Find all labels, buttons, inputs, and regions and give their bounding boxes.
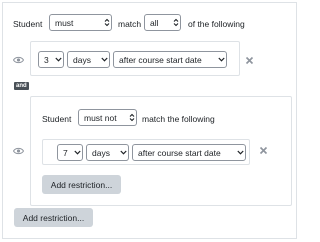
add-restriction-button[interactable]: Add restriction... (14, 208, 93, 227)
all-select-value: all (150, 17, 159, 28)
add-restriction-button[interactable]: Add restriction... (42, 175, 121, 194)
date-condition-box: 3 days after course start date (30, 41, 240, 76)
chevron-down-icon (72, 145, 82, 160)
and-badge: and (14, 82, 29, 90)
close-icon[interactable] (245, 56, 254, 65)
number-select[interactable]: 7 (57, 144, 83, 161)
number-select[interactable]: 3 (38, 51, 64, 68)
date-condition-box: 7 days after course start date (42, 139, 250, 165)
must-select-value: must (55, 17, 74, 28)
unit-select-value: days (92, 147, 110, 158)
of-the-following-label: of the following (188, 19, 245, 29)
number-select-value: 3 (44, 54, 49, 65)
must-not-select-value: must not (84, 112, 117, 123)
relative-date-select[interactable]: after course start date (132, 144, 246, 161)
restriction-panel: Student must match all of the following … (2, 2, 297, 239)
unit-select[interactable]: days (67, 51, 110, 68)
number-select-value: 7 (63, 147, 68, 158)
relative-date-select-value: after course start date (138, 147, 221, 158)
chevron-down-icon (216, 52, 226, 67)
match-label: match (118, 19, 142, 29)
chevron-down-icon (235, 145, 245, 160)
chevron-down-icon (53, 52, 63, 67)
unit-select[interactable]: days (86, 144, 129, 161)
up-down-icon (171, 15, 180, 30)
chevron-down-icon (118, 145, 128, 160)
unit-select-value: days (73, 54, 91, 65)
must-select[interactable]: must (49, 14, 112, 31)
eye-icon[interactable] (13, 147, 24, 155)
close-icon[interactable] (259, 146, 268, 155)
relative-date-select-value: after course start date (119, 54, 202, 65)
student-label: Student (13, 19, 43, 29)
must-not-select[interactable]: must not (78, 109, 137, 126)
up-down-icon (102, 15, 111, 30)
student-label: Student (42, 114, 72, 124)
eye-icon[interactable] (13, 56, 24, 64)
relative-date-select[interactable]: after course start date (113, 51, 227, 68)
all-select[interactable]: all (144, 14, 181, 31)
up-down-icon (127, 110, 136, 125)
chevron-down-icon (99, 52, 109, 67)
match-the-following-label: match the following (142, 114, 215, 124)
nested-restriction-box: Student must not match the following 7 d… (30, 96, 292, 206)
